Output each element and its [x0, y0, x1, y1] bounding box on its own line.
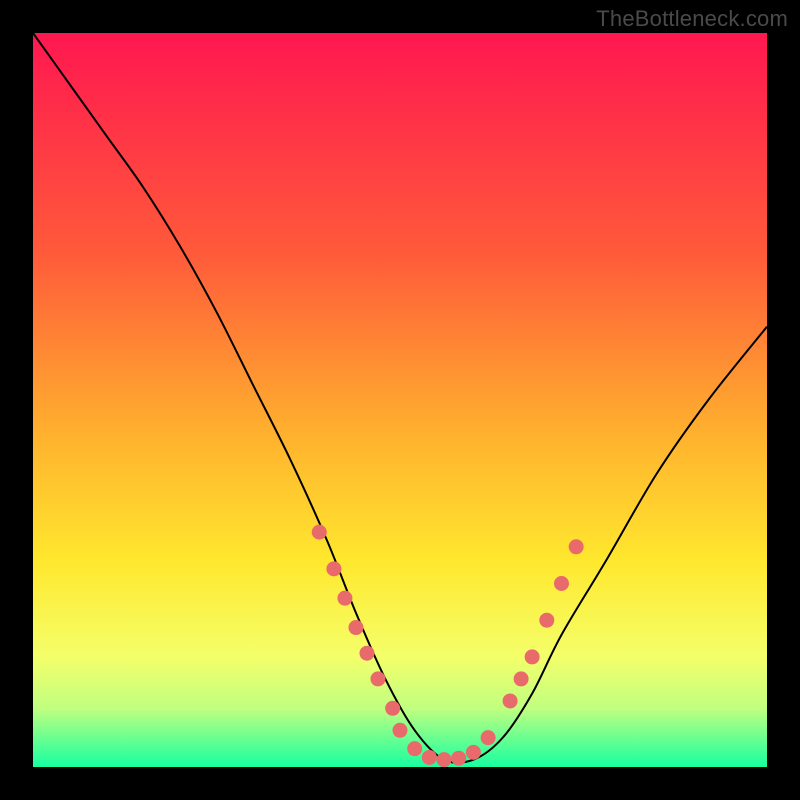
highlight-dot	[451, 751, 466, 766]
highlight-dot	[312, 525, 327, 540]
highlight-dot	[481, 730, 496, 745]
highlight-dot	[554, 576, 569, 591]
chart-svg	[33, 33, 767, 767]
highlight-dot	[393, 723, 408, 738]
highlight-dot	[348, 620, 363, 635]
watermark-text: TheBottleneck.com	[596, 6, 788, 32]
highlight-dot	[407, 741, 422, 756]
chart-container: TheBottleneck.com	[0, 0, 800, 800]
highlight-dot	[525, 649, 540, 664]
highlight-dot	[337, 591, 352, 606]
highlight-dot	[569, 539, 584, 554]
highlight-dot	[359, 646, 374, 661]
highlight-dot	[466, 745, 481, 760]
highlight-dot	[437, 752, 452, 767]
gradient-background	[33, 33, 767, 767]
highlight-dot	[422, 750, 437, 765]
highlight-dot	[503, 693, 518, 708]
highlight-dot	[539, 613, 554, 628]
plot-area	[33, 33, 767, 767]
highlight-dot	[326, 561, 341, 576]
highlight-dot	[370, 671, 385, 686]
highlight-dot	[385, 701, 400, 716]
highlight-dot	[514, 671, 529, 686]
